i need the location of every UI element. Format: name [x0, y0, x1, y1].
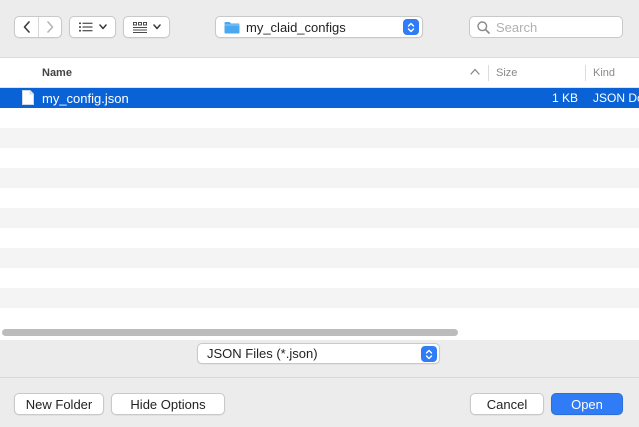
up-down-chevron-icon: [425, 349, 433, 359]
navigation-segment: [14, 16, 62, 38]
empty-row: [0, 148, 639, 168]
list-header: Name Size Kind: [0, 58, 639, 88]
scrollbar-thumb[interactable]: [2, 329, 458, 336]
toolbar: my_claid_configs: [0, 0, 639, 56]
file-rows: my_config.json 1 KB JSON Document: [0, 88, 639, 328]
forward-button[interactable]: [38, 17, 61, 37]
location-stepper[interactable]: [403, 19, 419, 35]
empty-row: [0, 108, 639, 128]
file-type-stepper[interactable]: [421, 346, 437, 362]
folder-icon: [224, 21, 240, 33]
group-mode-button[interactable]: [123, 16, 170, 38]
chevron-down-icon: [152, 24, 161, 30]
empty-row: [0, 268, 639, 288]
search-input[interactable]: [496, 19, 616, 35]
file-row[interactable]: my_config.json 1 KB JSON Document: [0, 88, 639, 108]
search-field[interactable]: [469, 16, 623, 38]
empty-row: [0, 168, 639, 188]
file-size: 1 KB: [551, 91, 578, 105]
file-name: my_config.json: [42, 90, 129, 106]
empty-row: [0, 228, 639, 248]
up-down-chevron-icon: [407, 22, 415, 32]
document-icon: [22, 90, 34, 105]
column-header-name[interactable]: Name: [42, 58, 488, 88]
open-button[interactable]: Open: [551, 393, 623, 415]
new-folder-button[interactable]: New Folder: [14, 393, 104, 415]
chevron-right-icon: [47, 21, 54, 33]
horizontal-scrollbar[interactable]: [0, 327, 639, 338]
footer-divider: [0, 377, 639, 378]
file-type-popup[interactable]: JSON Files (*.json): [197, 343, 440, 364]
empty-row: [0, 288, 639, 308]
empty-row: [0, 248, 639, 268]
column-separator[interactable]: [585, 65, 586, 81]
file-list[interactable]: Name Size Kind my_config.json 1 KB JSON …: [0, 57, 639, 340]
column-header-size-label: Size: [496, 67, 518, 79]
file-type-label: JSON Files (*.json): [207, 346, 318, 361]
empty-row: [0, 188, 639, 208]
search-icon: [477, 20, 490, 34]
location-label: my_claid_configs: [246, 19, 346, 35]
back-button[interactable]: [15, 17, 38, 37]
empty-row: [0, 308, 639, 328]
empty-row: [0, 208, 639, 228]
hide-options-button[interactable]: Hide Options: [111, 393, 225, 415]
column-header-name-label: Name: [42, 67, 72, 79]
location-popup[interactable]: my_claid_configs: [215, 16, 423, 38]
cancel-button[interactable]: Cancel: [470, 393, 544, 415]
column-header-size[interactable]: Size: [496, 58, 585, 88]
file-kind: JSON Document: [593, 91, 639, 105]
grid-view-icon: [132, 21, 147, 33]
sort-ascending-icon[interactable]: [470, 68, 480, 75]
chevron-down-icon: [98, 24, 107, 30]
column-separator[interactable]: [488, 65, 489, 81]
empty-row: [0, 128, 639, 148]
column-header-kind-label: Kind: [593, 67, 616, 79]
chevron-left-icon: [23, 21, 30, 33]
column-header-kind[interactable]: Kind: [593, 58, 639, 88]
view-mode-button[interactable]: [69, 16, 116, 38]
list-view-icon: [78, 22, 92, 32]
